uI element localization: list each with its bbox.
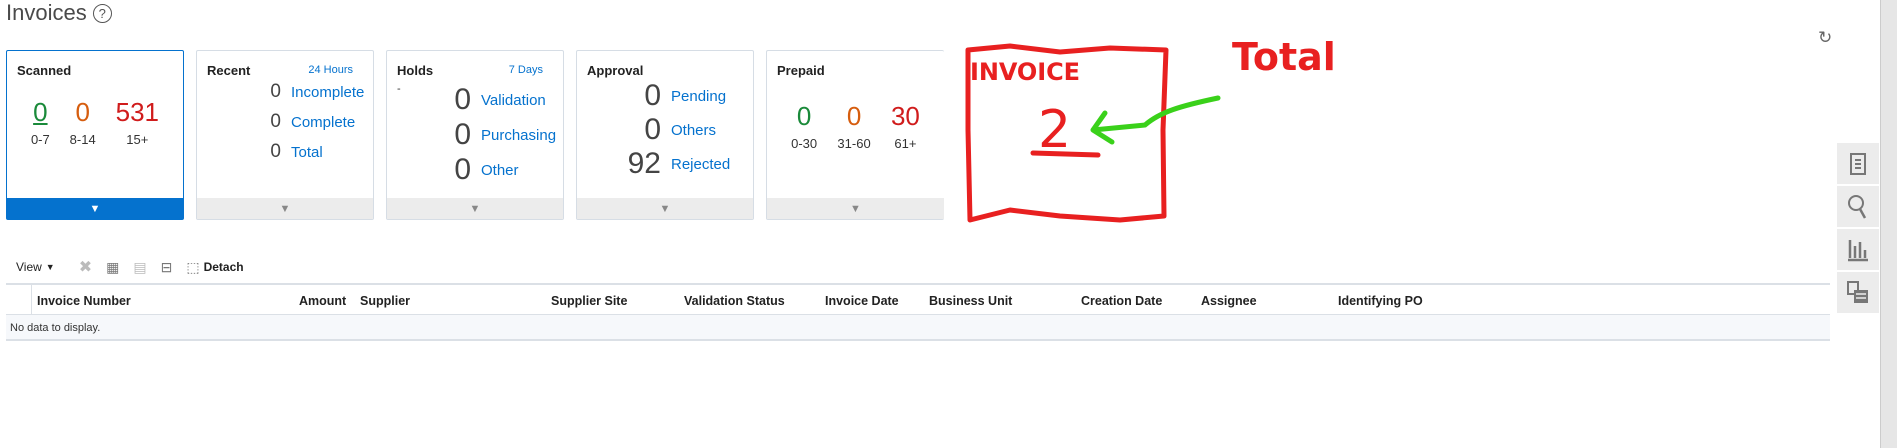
column-header[interactable]: Identifying PO: [1338, 294, 1423, 308]
document-icon[interactable]: [1837, 143, 1879, 186]
view-menu[interactable]: View ▼: [16, 260, 55, 274]
table-toolbar: View ▼ ✖ ▦ ▤ ⊟ ⬚ Detach: [16, 257, 244, 277]
column-header[interactable]: Supplier: [360, 294, 410, 308]
column-header[interactable]: Assignee: [1201, 294, 1257, 308]
annotation-underline: [1030, 150, 1101, 158]
column-header[interactable]: Invoice Number: [37, 294, 131, 308]
column-header[interactable]: Invoice Date: [825, 294, 899, 308]
invoices-table: Invoice Number Amount Supplier Supplier …: [6, 283, 1830, 341]
column-header[interactable]: Creation Date: [1081, 294, 1162, 308]
right-panel-toolbar: [1837, 143, 1879, 315]
column-header[interactable]: Business Unit: [929, 294, 1012, 308]
detach-icon: ⬚: [186, 258, 200, 275]
row-selector-column: [6, 285, 32, 315]
view-label: View: [16, 260, 42, 274]
detach-label: Detach: [203, 260, 244, 274]
annotation-arrow: [1090, 95, 1221, 145]
filter-icon[interactable]: ⊟: [161, 259, 173, 276]
scrollbar[interactable]: [1880, 0, 1897, 448]
annotation-overlay: INVOICE 2 Total: [965, 35, 1336, 223]
refresh-icon[interactable]: ↻: [1818, 28, 1832, 48]
table-header: Invoice Number Amount Supplier Supplier …: [6, 283, 1830, 315]
annotation-box-label: INVOICE: [970, 58, 1080, 86]
column-header[interactable]: Amount: [299, 294, 346, 308]
empty-message: No data to display.: [6, 315, 1830, 341]
list-detail-icon[interactable]: [1837, 272, 1879, 315]
search-icon[interactable]: [1837, 186, 1879, 229]
wrap-icon[interactable]: ▤: [133, 259, 146, 276]
annotation-total-label: Total: [1232, 35, 1336, 79]
detach-button[interactable]: ⬚ Detach: [186, 259, 243, 276]
bar-chart-icon[interactable]: [1837, 229, 1879, 272]
column-header[interactable]: Supplier Site: [551, 294, 627, 308]
column-header[interactable]: Validation Status: [684, 294, 785, 308]
delete-icon[interactable]: ✖: [79, 257, 92, 277]
caret-down-icon: ▼: [45, 262, 55, 272]
freeze-columns-icon[interactable]: ▦: [106, 259, 119, 276]
